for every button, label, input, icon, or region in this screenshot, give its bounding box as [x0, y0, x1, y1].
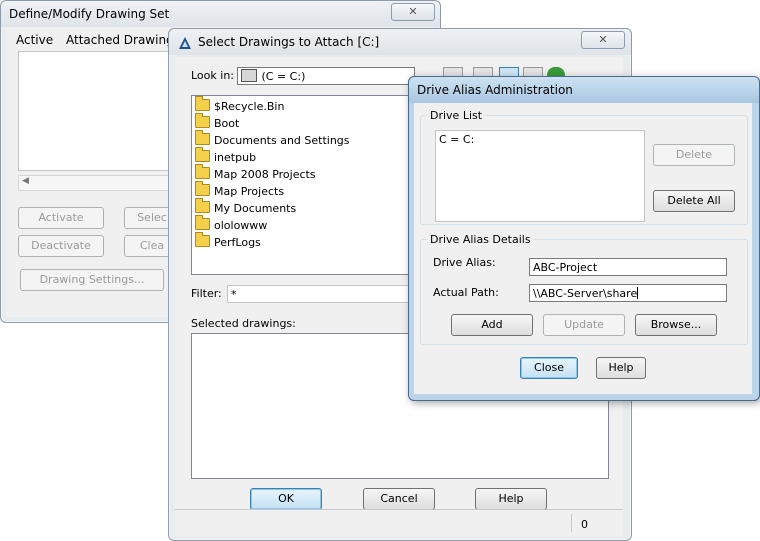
select-window-title: Select Drawings to Attach [C:]: [198, 35, 380, 49]
select-window-titlebar[interactable]: Select Drawings to Attach [C:] ✕: [169, 29, 631, 55]
deactivate-button[interactable]: Deactivate: [18, 235, 104, 257]
folder-icon: [195, 113, 210, 128]
folder-icon: [195, 147, 210, 162]
drive-alias-window: Drive Alias Administration Drive List C …: [408, 76, 760, 401]
folder-label: Boot: [214, 117, 240, 130]
ok-button[interactable]: OK: [250, 488, 322, 510]
alias-window-client: Drive List C = C: Delete Delete All Driv…: [414, 103, 752, 394]
alias-window-titlebar[interactable]: Drive Alias Administration: [409, 77, 759, 103]
folder-label: Documents and Settings: [214, 134, 350, 147]
folder-item[interactable]: Documents and Settings: [195, 130, 350, 149]
folder-label: ololowww: [214, 219, 268, 232]
folder-label: Map 2008 Projects: [214, 168, 316, 181]
drive-list-label: Drive List: [427, 109, 486, 122]
look-in-combobox[interactable]: (C = C:): [237, 67, 415, 85]
define-window-title: Define/Modify Drawing Set: [9, 7, 170, 21]
drive-alias-input[interactable]: ABC-Project: [529, 258, 727, 276]
folder-label: PerfLogs: [214, 236, 261, 249]
status-count: 0: [581, 518, 588, 531]
look-in-label: Look in:: [191, 69, 234, 82]
selected-drawings-label: Selected drawings:: [191, 317, 296, 330]
folder-item[interactable]: ololowww: [195, 215, 268, 234]
column-active[interactable]: Active: [16, 33, 53, 47]
folder-item[interactable]: $Recycle.Bin: [195, 96, 285, 115]
folder-icon: [195, 215, 210, 230]
horizontal-scrollbar[interactable]: ◀: [18, 175, 180, 191]
drawing-settings-button[interactable]: Drawing Settings...: [20, 269, 164, 291]
status-divider: [571, 514, 572, 532]
folder-item[interactable]: inetpub: [195, 147, 257, 166]
select-window-close-button[interactable]: ✕: [581, 31, 625, 49]
look-in-value: (C = C:): [261, 70, 306, 83]
folder-item[interactable]: PerfLogs: [195, 232, 261, 251]
app-logo-icon: [179, 37, 191, 49]
update-button[interactable]: Update: [543, 314, 625, 336]
folder-item[interactable]: Map 2008 Projects: [195, 164, 316, 183]
drive-list-item[interactable]: C = C:: [439, 133, 474, 146]
drive-list-group: Drive List C = C: Delete Delete All: [420, 109, 748, 225]
folder-icon: [195, 130, 210, 145]
cancel-button[interactable]: Cancel: [363, 488, 435, 510]
filter-label: Filter:: [191, 287, 222, 300]
add-button[interactable]: Add: [451, 314, 533, 336]
drive-list-box[interactable]: C = C:: [435, 130, 645, 222]
text-cursor: [637, 287, 639, 299]
folder-icon: [195, 181, 210, 196]
drive-icon: [241, 69, 257, 82]
activate-button[interactable]: Activate: [18, 207, 104, 229]
drive-alias-label: Drive Alias:: [433, 256, 496, 269]
alias-help-button[interactable]: Help: [596, 357, 646, 379]
folder-label: My Documents: [214, 202, 297, 215]
close-button[interactable]: Close: [520, 357, 578, 379]
folder-icon: [195, 232, 210, 247]
delete-button[interactable]: Delete: [653, 144, 735, 166]
define-window-close-button[interactable]: ✕: [391, 3, 435, 21]
column-attached-drawings[interactable]: Attached Drawings: [66, 33, 180, 47]
attached-drawings-list[interactable]: [18, 51, 180, 171]
folder-label: $Recycle.Bin: [214, 100, 285, 113]
folder-icon: [195, 164, 210, 179]
define-window-titlebar[interactable]: Define/Modify Drawing Set ✕: [1, 1, 440, 27]
status-bar: 0: [175, 509, 623, 536]
folder-icon: [195, 96, 210, 111]
actual-path-label: Actual Path:: [433, 286, 499, 299]
delete-all-button[interactable]: Delete All: [653, 190, 735, 212]
browse-button[interactable]: Browse...: [635, 314, 717, 336]
scroll-left-icon[interactable]: ◀: [22, 176, 29, 186]
actual-path-input[interactable]: \\ABC-Server\share: [529, 284, 727, 302]
alias-window-title: Drive Alias Administration: [417, 83, 573, 97]
help-button[interactable]: Help: [475, 488, 547, 510]
folder-label: inetpub: [214, 151, 257, 164]
folder-item[interactable]: Map Projects: [195, 181, 285, 200]
actual-path-value: \\ABC-Server\share: [533, 287, 638, 300]
folder-icon: [195, 198, 210, 213]
filter-input[interactable]: *: [227, 285, 427, 303]
folder-item[interactable]: My Documents: [195, 198, 297, 217]
drive-alias-details-label: Drive Alias Details: [427, 233, 534, 246]
drive-alias-details-group: Drive Alias Details Drive Alias: ABC-Pro…: [420, 233, 748, 345]
folder-label: Map Projects: [214, 185, 285, 198]
